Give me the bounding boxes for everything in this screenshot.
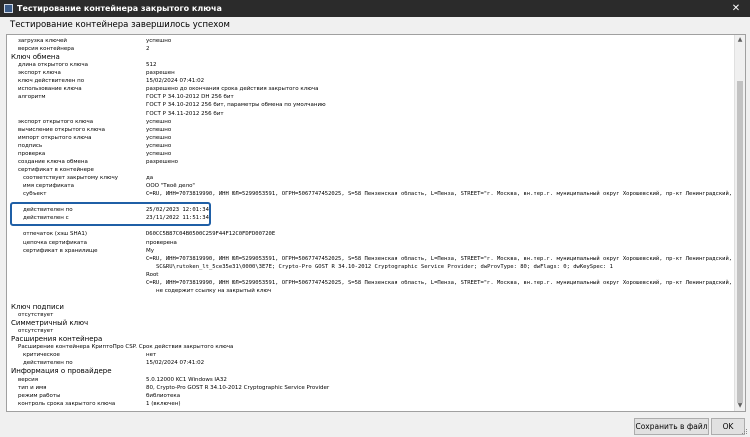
report-key: длина открытого ключа xyxy=(18,62,88,69)
report-value: ГОСТ Р 34.10-2012 DH 256 бит xyxy=(146,94,234,101)
validity-highlight xyxy=(10,202,211,226)
vertical-scrollbar[interactable]: ▲ ▼ xyxy=(734,35,745,411)
report-key: экспорт ключа xyxy=(18,70,61,77)
report-value: 80, Crypto-Pro GOST R 34.10-2012 Cryptog… xyxy=(146,384,330,391)
report-key: экспорт открытого ключа xyxy=(18,118,94,125)
app-icon xyxy=(4,4,13,13)
close-icon[interactable]: ✕ xyxy=(722,0,750,17)
window-title: Тестирование контейнера закрытого ключа xyxy=(17,4,222,13)
report-key: действителен по xyxy=(23,360,73,367)
report-key: Ключ подписи xyxy=(11,302,64,311)
report-value: проверена xyxy=(146,239,177,246)
report-key: вычисление открытого ключа xyxy=(18,126,106,133)
report-key: ключ действителен по xyxy=(18,78,85,85)
report-value: 15/02/2024 07:41:02 xyxy=(146,360,205,367)
report-key: сертификат в контейнере xyxy=(18,166,94,173)
report-value: успешно xyxy=(146,134,172,141)
report-key: субъект xyxy=(23,191,47,198)
report-value: успешно xyxy=(146,126,172,133)
report-key: использование ключа xyxy=(18,86,82,93)
report-value: C=RU, ИНН=7073819990, ИНН ЮЛ=5299053591,… xyxy=(146,255,733,262)
report-key: отсутствует xyxy=(18,312,54,319)
report-value: успешно xyxy=(146,150,172,157)
report-key: сертификат в хранилище xyxy=(23,247,98,254)
report-value: 512 xyxy=(146,62,157,69)
report-value: успешно xyxy=(146,118,172,125)
report-key: имя сертификата xyxy=(23,183,75,190)
report-value: не содержит ссылку на закрытый ключ xyxy=(156,287,272,294)
report-value: Root xyxy=(146,271,159,278)
report-value: C=RU, ИНН=7073819990, ИНН ЮЛ=5299053591,… xyxy=(146,191,733,198)
report-value: да xyxy=(146,175,154,182)
report-key: отпечаток (хэш SHA1) xyxy=(23,231,88,238)
report-value: ГОСТ Р 34.11-2012 256 бит xyxy=(146,110,224,117)
report-key: алгоритм xyxy=(18,94,46,101)
report-key: импорт открытого ключа xyxy=(18,134,92,141)
report-value: C=RU, ИНН=7073819990, ИНН ЮЛ=5299053591,… xyxy=(146,279,733,286)
report-value: нет xyxy=(146,352,157,359)
report-value: разрешено до окончания срока действия за… xyxy=(146,86,319,93)
report-key: подпись xyxy=(18,142,43,149)
scroll-down-icon[interactable]: ▼ xyxy=(735,401,745,411)
report-key: Симметричный ключ xyxy=(11,319,89,328)
report-value: библиотека xyxy=(146,392,181,399)
resize-grip-icon[interactable] xyxy=(742,429,748,435)
report-key: соответствует закрытому ключу xyxy=(23,175,118,182)
report-key: контроль срока закрытого ключа xyxy=(18,400,116,407)
report-key: режим работы xyxy=(18,392,61,399)
report-value: My xyxy=(146,247,155,254)
report-value: разрешено xyxy=(146,158,179,165)
report-value: ГОСТ Р 34.10-2012 256 бит, параметры обм… xyxy=(146,102,326,109)
report-value: ООО "Твоё дело" xyxy=(146,183,195,190)
report-key: версия xyxy=(18,376,39,383)
report-value: разрешен xyxy=(146,70,175,77)
report-value: D60CC5B87C04B0500C259F44F12C0FDFD00720E xyxy=(146,231,276,238)
report-key: цепочка сертификата xyxy=(23,239,87,246)
report-key: критическое xyxy=(23,352,60,359)
report-key: Информация о провайдере xyxy=(11,367,112,376)
report-value: успешно xyxy=(146,38,172,44)
scroll-up-icon[interactable]: ▲ xyxy=(735,35,745,45)
ok-button[interactable]: OK xyxy=(711,418,745,435)
report-key: проверка xyxy=(18,150,46,157)
report-key: тип и имя xyxy=(18,384,47,391)
scroll-thumb[interactable] xyxy=(737,81,743,403)
report-value: 15/02/2024 07:41:02 xyxy=(146,78,205,85)
save-to-file-button[interactable]: Сохранить в файл xyxy=(634,418,709,435)
report-value: успешно xyxy=(146,142,172,149)
report-key: версия контейнера xyxy=(18,46,75,53)
report-value: 1 (включен) xyxy=(146,400,181,407)
title-bar: Тестирование контейнера закрытого ключа … xyxy=(0,0,750,17)
report-key: загрузка ключей xyxy=(18,38,67,44)
report-value: SC&RU\rutoken_lt_5ce35e31\0000\3E7E; Cry… xyxy=(156,263,613,270)
report-key: Ключ обмена xyxy=(11,53,60,62)
report-key: Расширения контейнера xyxy=(11,335,103,344)
report-panel[interactable]: загрузка ключей успешно версия контейнера 2… xyxy=(6,34,746,412)
report-key: отсутствует xyxy=(18,328,54,335)
report-key: Расширение контейнера КриптоПро CSP. Сро… xyxy=(18,344,234,351)
report-value: 5.0.12000 KC1 Windows IA32 xyxy=(146,376,227,383)
report-value: 2 xyxy=(146,46,150,53)
result-header: Тестирование контейнера завершилось успе… xyxy=(10,20,230,30)
report-key: создание ключа обмена xyxy=(18,158,88,165)
